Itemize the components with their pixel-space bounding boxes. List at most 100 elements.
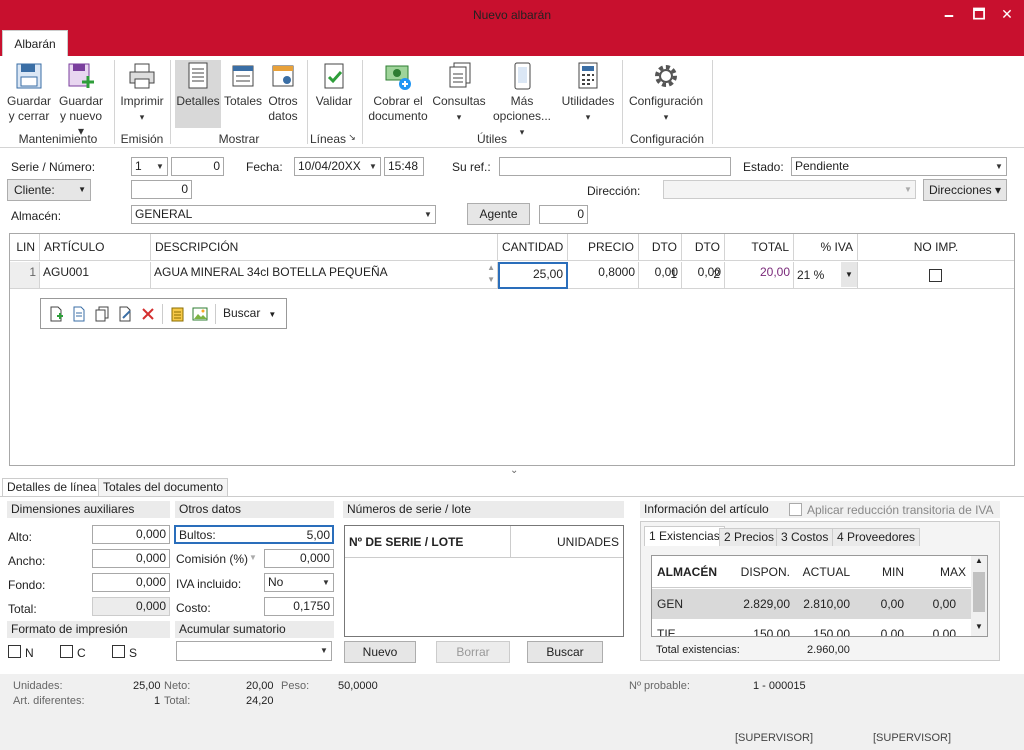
exist-col-almacen[interactable]: ALMACÉN <box>657 565 717 579</box>
alto-field[interactable]: 0,000 <box>92 525 170 544</box>
reduccion-checkbox[interactable] <box>789 503 802 516</box>
cell-articulo[interactable]: AGU001 <box>40 262 151 289</box>
formato-c-checkbox[interactable] <box>60 645 73 658</box>
coste-field[interactable]: 0,1750 <box>264 597 334 616</box>
col-dto2[interactable]: DTO 2 <box>682 234 725 281</box>
info-tab-costos[interactable]: 3 Costos <box>776 528 834 546</box>
imprimir-button[interactable]: Imprimir ▾ <box>118 60 166 125</box>
noimp-checkbox[interactable] <box>929 269 942 282</box>
insert-line-icon[interactable] <box>71 306 87 322</box>
notes-icon[interactable] <box>169 306 185 322</box>
cell-lin[interactable]: 1 <box>10 262 40 289</box>
cobrar-button[interactable]: Cobrar el documento <box>366 60 430 124</box>
validar-button[interactable]: Validar <box>312 60 356 109</box>
delete-icon[interactable] <box>140 306 156 322</box>
tab-totales-documento[interactable]: Totales del documento <box>98 478 229 496</box>
ancho-field[interactable]: 0,000 <box>92 549 170 568</box>
cliente-field[interactable]: 0 <box>131 180 192 199</box>
existencias-table: ALMACÉN DISPON. ACTUAL MIN MAX GEN 2.829… <box>651 555 988 637</box>
exist-col-max[interactable]: MAX <box>940 565 966 579</box>
guardar-nuevo-button[interactable]: Guardar y nuevo ▾ <box>56 60 106 139</box>
close-button[interactable]: ✕ <box>996 4 1018 24</box>
hora-field[interactable]: 15:48 <box>384 157 424 176</box>
cell-iva[interactable]: 21 % ▼ <box>794 262 858 289</box>
configuracion-label: Configuración <box>628 94 704 108</box>
chevron-down-icon: ▼ <box>156 162 164 171</box>
guardar-cerrar-button[interactable]: Guardar y cerrar <box>6 60 52 124</box>
col-dto1[interactable]: DTO 1 <box>639 234 682 281</box>
series-col-serie[interactable]: Nº DE SERIE / LOTE <box>345 526 511 558</box>
exist-col-actual[interactable]: ACTUAL <box>803 565 850 579</box>
formato-n-checkbox[interactable] <box>8 645 21 658</box>
bultos-row[interactable]: Bultos: 5,00 <box>174 525 334 544</box>
scroll-down-icon[interactable]: ▼ <box>971 622 987 636</box>
col-iva[interactable]: % IVA <box>794 234 858 261</box>
suref-field[interactable] <box>499 157 731 176</box>
comision-field[interactable]: 0,000 <box>264 549 334 568</box>
minimize-button[interactable]: 🗕 <box>938 4 960 24</box>
table-row[interactable]: GEN 2.829,00 2.810,00 0,00 0,00 <box>652 589 972 619</box>
exist-col-dispon[interactable]: DISPON. <box>741 565 790 579</box>
iva-incluido-select[interactable]: No ▼ <box>264 573 334 592</box>
col-precio[interactable]: PRECIO <box>568 234 639 261</box>
fecha-field[interactable]: 10/04/20XX ▼ <box>294 157 381 176</box>
lineas-launcher-icon[interactable]: ↘ <box>345 132 359 143</box>
chevron-down-icon: ▼ <box>78 185 86 194</box>
formato-s-checkbox[interactable] <box>112 645 125 658</box>
acumular-select[interactable]: ▼ <box>176 641 332 661</box>
utilidades-label: Utilidades <box>561 94 615 108</box>
exist-col-min[interactable]: MIN <box>882 565 904 579</box>
copy-icon[interactable] <box>94 306 110 322</box>
info-tab-existencias[interactable]: 1 Existencias <box>644 526 725 546</box>
tab-albaran[interactable]: Albarán <box>2 30 68 56</box>
spin-icon[interactable]: ▲ ▼ <box>487 262 495 286</box>
chevron-down-icon[interactable]: ⌄ <box>510 465 518 476</box>
fondo-field[interactable]: 0,000 <box>92 573 170 592</box>
new-line-icon[interactable] <box>48 306 64 322</box>
series-col-unidades[interactable]: UNIDADES <box>511 526 623 558</box>
col-articulo[interactable]: ARTÍCULO <box>40 234 151 261</box>
cliente-button[interactable]: Cliente: ▼ <box>7 179 91 201</box>
estado-select[interactable]: Pendiente ▼ <box>791 157 1007 176</box>
image-icon[interactable] <box>192 306 208 322</box>
col-total[interactable]: TOTAL <box>725 234 794 261</box>
scroll-up-icon[interactable]: ▲ <box>971 556 987 570</box>
col-noimp[interactable]: NO IMP. <box>858 234 1014 261</box>
cell-dto2[interactable]: 0,00 <box>682 262 725 289</box>
direcciones-button[interactable]: Direcciones ▾ <box>923 179 1007 201</box>
mas-opciones-button[interactable]: Más opciones... ▾ <box>488 60 556 140</box>
detalles-button[interactable]: Detalles <box>175 60 221 128</box>
col-cantidad[interactable]: CANTIDAD <box>498 234 568 261</box>
table-row[interactable]: TIE 150,00 150,00 0,00 0,00 <box>652 619 972 636</box>
info-tab-proveedores[interactable]: 4 Proveedores <box>832 528 921 546</box>
cell-descripcion[interactable]: AGUA MINERAL 34cl BOTELLA PEQUEÑA ▲ ▼ <box>151 262 498 289</box>
edit-icon[interactable] <box>117 306 133 322</box>
almacen-select[interactable]: GENERAL ▼ <box>131 205 436 224</box>
series-buscar-button[interactable]: Buscar <box>527 641 603 663</box>
agente-field[interactable]: 0 <box>539 205 588 224</box>
scrollbar[interactable]: ▲ ▼ <box>971 556 987 636</box>
col-lin[interactable]: LIN <box>10 234 40 261</box>
series-nuevo-button[interactable]: Nuevo <box>344 641 416 663</box>
cell-dto1[interactable]: 0,00 <box>639 262 682 289</box>
scroll-thumb[interactable] <box>973 572 985 612</box>
tab-detalles-linea[interactable]: Detalles de línea <box>2 478 102 496</box>
agente-button[interactable]: Agente <box>467 203 530 225</box>
serie-select[interactable]: 1 ▼ <box>131 157 168 176</box>
series-borrar-button[interactable]: Borrar <box>436 641 510 663</box>
direccion-select[interactable]: ▼ <box>663 180 916 199</box>
info-tab-precios[interactable]: 2 Precios <box>719 528 780 546</box>
otros-datos-button[interactable]: Otros datos <box>265 60 301 124</box>
cell-cantidad[interactable]: 25,00 <box>498 262 568 289</box>
maximize-button[interactable]: 🗖 <box>968 4 990 24</box>
numero-field[interactable]: 0 <box>171 157 224 176</box>
cell-precio[interactable]: 0,8000 <box>568 262 639 289</box>
configuracion-button[interactable]: Configuración ▾ <box>626 60 706 125</box>
consultas-button[interactable]: Consultas ▾ <box>432 60 486 125</box>
buscar-dropdown[interactable]: Buscar ▼ <box>223 306 276 320</box>
guardar-cerrar-label: Guardar y cerrar <box>6 94 52 123</box>
utilidades-button[interactable]: Utilidades ▾ <box>560 60 616 125</box>
col-descripcion[interactable]: DESCRIPCIÓN <box>151 234 498 261</box>
chevron-down-icon[interactable]: ▼ <box>249 553 257 562</box>
totales-button[interactable]: Totales <box>223 60 263 109</box>
